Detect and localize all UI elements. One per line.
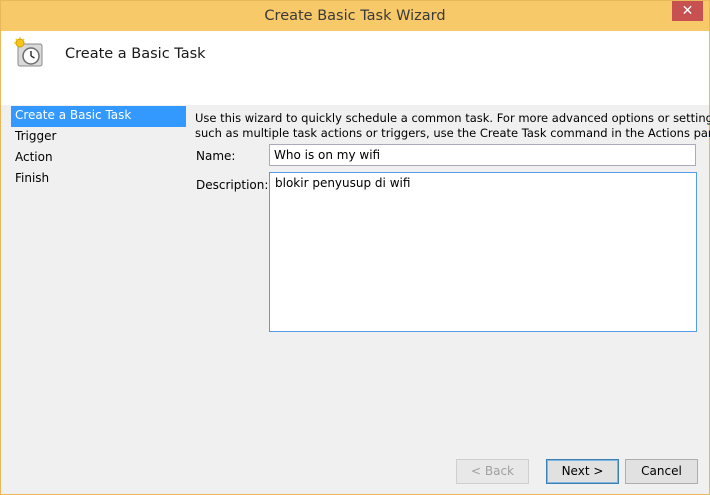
nav-item-trigger[interactable]: Trigger xyxy=(11,127,186,148)
nav-item-create-basic-task[interactable]: Create a Basic Task xyxy=(11,106,186,127)
close-icon: ✕ xyxy=(681,3,694,19)
description-label: Description: xyxy=(196,178,269,192)
page-title: Create a Basic Task xyxy=(65,46,206,62)
wizard-steps-nav: Create a Basic Task Trigger Action Finis… xyxy=(11,106,186,190)
wizard-window: Create Basic Task Wizard ✕ Create a Basi… xyxy=(0,0,710,495)
task-scheduler-clock-icon xyxy=(14,37,43,67)
nav-item-finish[interactable]: Finish xyxy=(11,169,186,190)
description-input[interactable]: blokir penyusup di wifi xyxy=(269,172,697,332)
title-bar[interactable]: Create Basic Task Wizard ✕ xyxy=(1,1,709,31)
wizard-content: Use this wizard to quickly schedule a co… xyxy=(195,111,710,141)
window-title: Create Basic Task Wizard xyxy=(264,8,446,24)
name-input[interactable] xyxy=(269,144,696,166)
nav-item-action[interactable]: Action xyxy=(11,148,186,169)
cancel-button[interactable]: Cancel xyxy=(625,459,698,484)
nav-item-label: Create a Basic Task xyxy=(15,108,132,122)
next-button[interactable]: Next > xyxy=(546,459,619,484)
nav-item-label: Finish xyxy=(15,171,50,185)
wizard-header: Create a Basic Task xyxy=(1,31,709,105)
close-button[interactable]: ✕ xyxy=(672,1,703,21)
name-label: Name: xyxy=(196,149,236,163)
nav-item-label: Action xyxy=(15,150,53,164)
intro-text-line-1: Use this wizard to quickly schedule a co… xyxy=(195,111,710,125)
nav-item-label: Trigger xyxy=(15,129,57,143)
back-button[interactable]: < Back xyxy=(456,459,529,484)
intro-text-line-2: such as multiple task actions or trigger… xyxy=(195,126,710,140)
